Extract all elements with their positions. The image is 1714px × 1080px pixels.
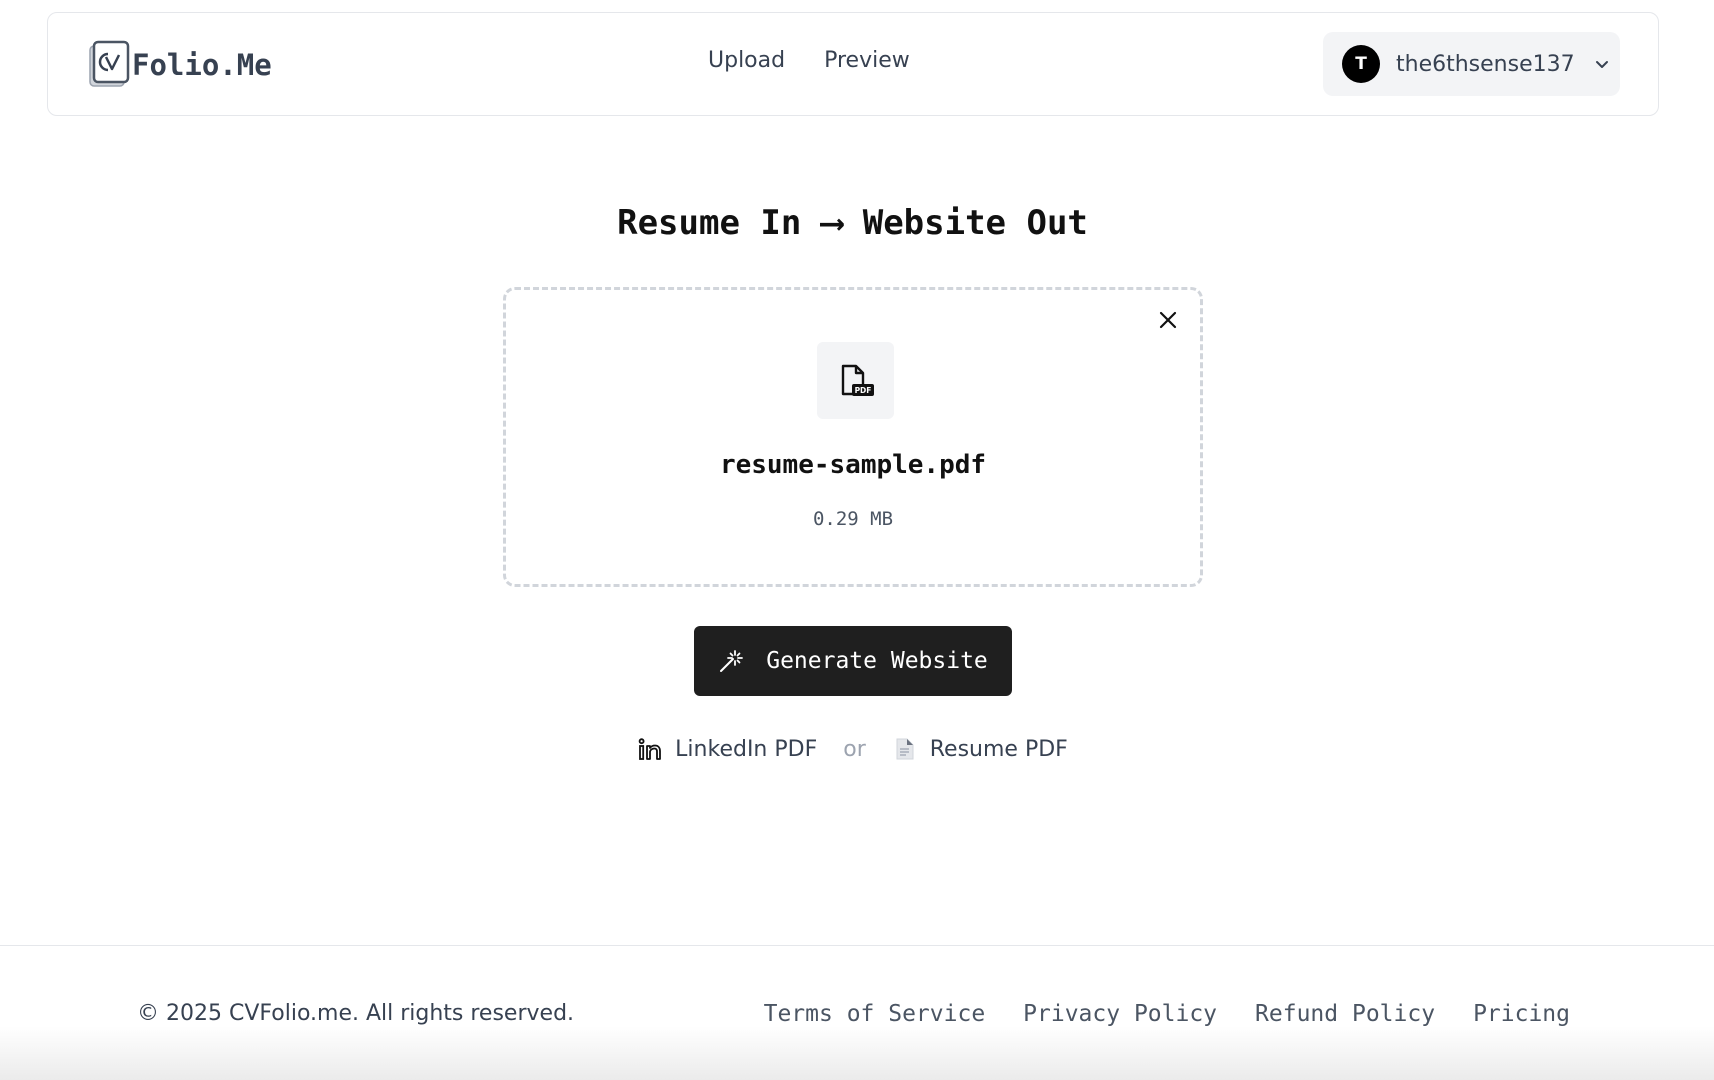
footer-link-refund[interactable]: Refund Policy	[1255, 1001, 1435, 1027]
source-resume: Resume PDF	[892, 736, 1068, 762]
sources-separator: or	[843, 736, 866, 762]
username: the6thsense137	[1396, 51, 1575, 77]
chevron-down-icon	[1595, 61, 1608, 68]
svg-text:PDF: PDF	[854, 386, 871, 395]
supported-sources: LinkedIn PDF or Resume PDF	[0, 736, 1705, 762]
file-dropzone[interactable]: PDF resume-sample.pdf 0.29 MB	[503, 287, 1203, 587]
source-linkedin: LinkedIn PDF	[637, 736, 817, 762]
generate-website-button[interactable]: Generate Website	[694, 626, 1012, 696]
uploaded-file-name: resume-sample.pdf	[719, 450, 987, 480]
pdf-file-icon: PDF	[841, 364, 874, 396]
close-icon	[1159, 311, 1177, 329]
remove-file-button[interactable]	[1154, 306, 1182, 334]
nav-upload[interactable]: Upload	[708, 48, 785, 73]
document-icon	[896, 738, 914, 760]
generate-website-label: Generate Website	[766, 648, 988, 674]
footer-link-terms[interactable]: Terms of Service	[764, 1001, 986, 1027]
logo-icon	[89, 40, 130, 87]
copyright-text: © 2025 CVFolio.me. All rights reserved.	[137, 1001, 575, 1026]
resume-pdf-label: Resume PDF	[929, 736, 1068, 762]
main-nav: Upload Preview	[708, 48, 910, 73]
footer-links: Terms of Service Privacy Policy Refund P…	[764, 1001, 1570, 1027]
avatar: T	[1342, 45, 1380, 83]
logo-text: Folio.Me	[132, 48, 272, 82]
logo[interactable]: Folio.Me	[88, 40, 272, 90]
file-icon-container: PDF	[817, 342, 894, 419]
magic-wand-icon	[720, 650, 744, 672]
uploaded-file-size: 0.29 MB	[812, 508, 894, 530]
nav-preview[interactable]: Preview	[824, 48, 910, 73]
footer-link-privacy[interactable]: Privacy Policy	[1023, 1001, 1217, 1027]
top-navbar: Folio.Me Upload Preview T the6thsense137	[47, 12, 1659, 116]
linkedin-pdf-label: LinkedIn PDF	[675, 736, 818, 762]
footer: © 2025 CVFolio.me. All rights reserved. …	[0, 945, 1714, 1080]
page-title: Resume In ⟶ Website Out	[617, 203, 1088, 243]
user-menu-button[interactable]: T the6thsense137	[1323, 32, 1620, 96]
linkedin-icon	[638, 738, 662, 760]
footer-link-pricing[interactable]: Pricing	[1473, 1001, 1570, 1027]
